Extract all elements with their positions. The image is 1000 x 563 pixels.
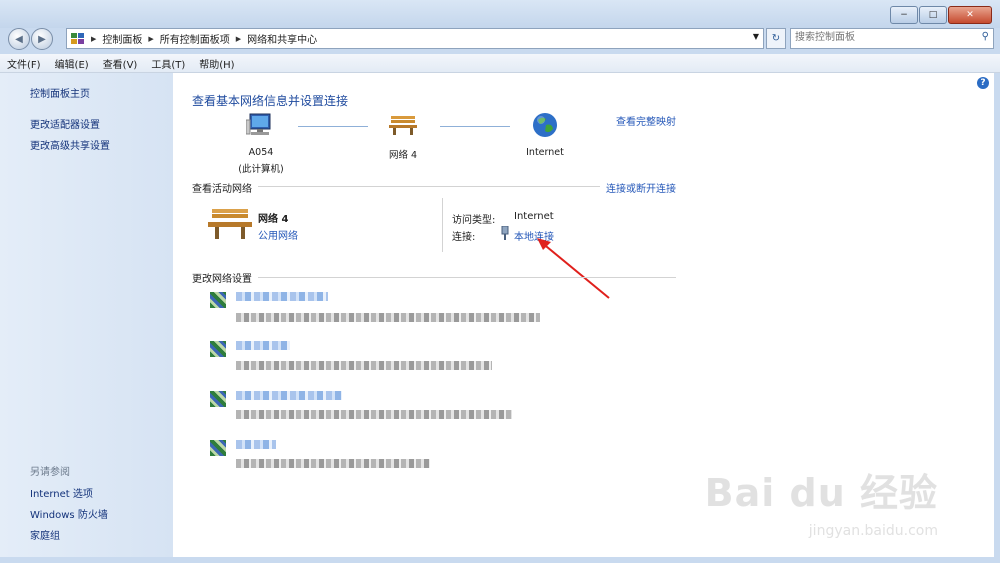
section-divider: [258, 277, 676, 278]
search-icon[interactable]: ⚲: [982, 31, 989, 42]
vertical-divider: [442, 198, 443, 252]
navigation-bar: ◀ ▶ ▶ 控制面板 ▶ 所有控制面板项 ▶ 网络和共享中心 ▼ ↻ ⚲: [0, 26, 1000, 50]
computer-icon: [246, 113, 271, 135]
forward-button[interactable]: ▶: [31, 28, 53, 50]
menu-file[interactable]: 文件(F): [0, 56, 48, 71]
task-link-blurred[interactable]: [236, 391, 342, 400]
title-bar: − □ ✕: [0, 0, 1000, 28]
internet-globe-icon: [533, 113, 557, 137]
network-bench-large-icon: [208, 209, 252, 239]
task-link-blurred[interactable]: [236, 341, 290, 350]
chevron-right-icon: ▶: [235, 34, 242, 43]
task-icon: [210, 440, 226, 456]
access-type-value: Internet: [514, 211, 554, 222]
task-description-blurred: [236, 361, 492, 370]
sidebar-internet-options[interactable]: Internet 选项: [30, 485, 93, 500]
minimize-button[interactable]: −: [890, 6, 918, 24]
watermark-url: jingyan.baidu.com: [808, 523, 938, 539]
sidebar-sharing-settings[interactable]: 更改高级共享设置: [30, 137, 110, 152]
menu-edit[interactable]: 编辑(E): [48, 56, 96, 71]
internet-node-label: Internet: [526, 147, 564, 158]
task-icon: [210, 292, 226, 308]
back-button[interactable]: ◀: [8, 28, 30, 50]
task-icon: [210, 341, 226, 357]
menu-view[interactable]: 查看(V): [96, 56, 145, 71]
maximize-button[interactable]: □: [919, 6, 947, 24]
address-bar[interactable]: ▶ 控制面板 ▶ 所有控制面板项 ▶ 网络和共享中心 ▼: [66, 28, 764, 49]
menu-help[interactable]: 帮助(H): [192, 56, 241, 71]
search-box[interactable]: ⚲: [790, 28, 994, 49]
annotation-arrow: [537, 238, 610, 299]
task-link-blurred[interactable]: [236, 292, 328, 301]
computer-note: (此计算机): [238, 164, 284, 175]
search-input[interactable]: [791, 29, 969, 46]
breadcrumb-all-items[interactable]: 所有控制面板项: [156, 31, 234, 46]
sidebar-firewall[interactable]: Windows 防火墙: [30, 506, 108, 521]
task-icon: [210, 391, 226, 407]
chevron-right-icon: ▶: [91, 34, 97, 43]
breadcrumb-network-center[interactable]: 网络和共享中心: [243, 31, 321, 46]
access-type-label: 访问类型:: [452, 215, 496, 226]
task-description-blurred: [236, 313, 540, 322]
watermark-logo: Bai du 经验: [704, 471, 938, 515]
close-button[interactable]: ✕: [948, 6, 992, 24]
network-type-link[interactable]: 公用网络: [258, 227, 298, 242]
help-icon[interactable]: ?: [977, 77, 989, 89]
computer-name: A054: [248, 147, 274, 158]
chevron-down-icon[interactable]: ▼: [753, 32, 759, 41]
refresh-button[interactable]: ↻: [766, 28, 786, 49]
connection-label: 连接:: [452, 232, 476, 243]
active-network-name: 网络 4: [258, 214, 289, 225]
network-node-label: 网络 4: [388, 150, 418, 161]
window-controls: − □ ✕: [889, 6, 992, 24]
breadcrumb-control-panel[interactable]: 控制面板: [98, 31, 146, 46]
content-area: 控制面板主页 更改适配器设置 更改高级共享设置 另请参阅 Internet 选项…: [0, 73, 994, 557]
sidebar-home-link[interactable]: 控制面板主页: [30, 85, 90, 100]
network-bench-icon: [389, 116, 417, 135]
see-also-title: 另请参阅: [30, 467, 70, 478]
full-map-link[interactable]: 查看完整映射: [616, 113, 676, 128]
section-divider: [258, 186, 600, 187]
connection-line: [440, 126, 510, 127]
window: − □ ✕ ◀ ▶ ▶ 控制面板 ▶ 所有控制面板项 ▶ 网络和共享中心 ▼ ↻…: [0, 0, 1000, 563]
control-panel-icon: [71, 32, 84, 44]
connect-disconnect-link[interactable]: 连接或断开连接: [606, 180, 676, 195]
menu-tools[interactable]: 工具(T): [144, 56, 192, 71]
chevron-right-icon: ▶: [148, 34, 154, 43]
change-settings-title: 更改网络设置: [192, 274, 252, 285]
sidebar: 控制面板主页 更改适配器设置 更改高级共享设置 另请参阅 Internet 选项…: [0, 73, 173, 557]
task-description-blurred: [236, 459, 430, 468]
sidebar-homegroup[interactable]: 家庭组: [30, 527, 60, 542]
ethernet-plug-icon: [501, 226, 509, 240]
connection-line: [298, 126, 368, 127]
page-title: 查看基本网络信息并设置连接: [192, 94, 349, 108]
active-networks-title: 查看活动网络: [192, 184, 252, 195]
sidebar-adapter-settings[interactable]: 更改适配器设置: [30, 116, 100, 131]
task-description-blurred: [236, 410, 512, 419]
menu-bar: 文件(F) 编辑(E) 查看(V) 工具(T) 帮助(H): [0, 54, 1000, 73]
task-link-blurred[interactable]: [236, 440, 276, 449]
